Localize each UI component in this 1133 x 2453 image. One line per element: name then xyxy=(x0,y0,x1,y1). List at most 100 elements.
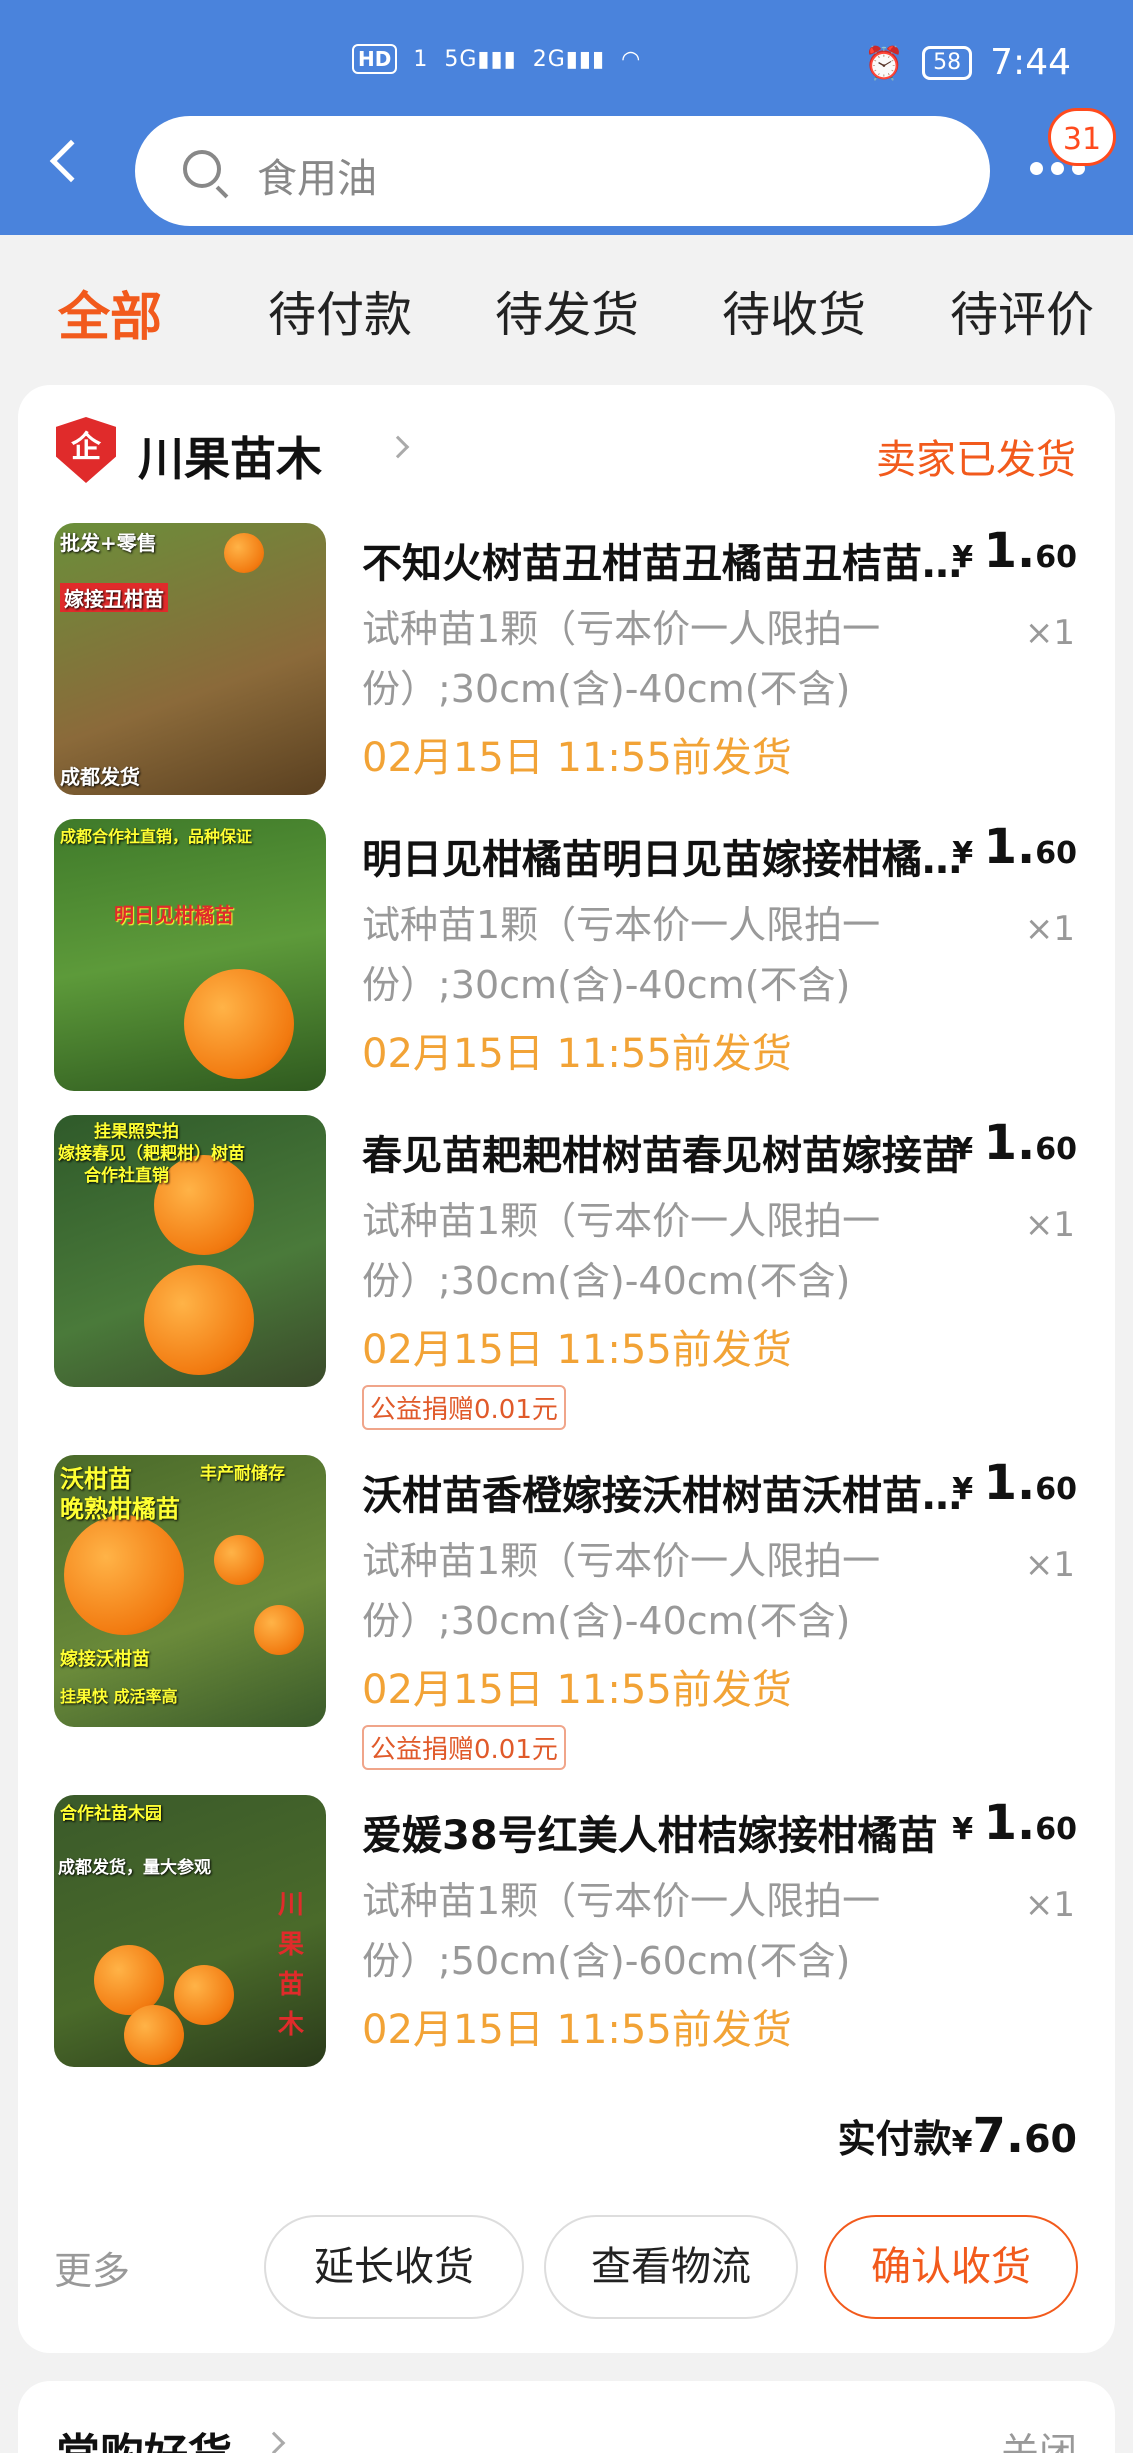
enterprise-shield-icon: 企 xyxy=(56,417,116,483)
tab-pending-review[interactable]: 待评价 xyxy=(950,275,1094,345)
tab-pending-receipt[interactable]: 待收货 xyxy=(722,275,866,345)
currency-symbol: ¥ xyxy=(952,836,974,871)
currency-symbol: ¥ xyxy=(952,1132,974,1167)
price-int: 1. xyxy=(983,1115,1036,1171)
orange-fruit xyxy=(154,1155,254,1255)
item-title: 爱媛38号红美人柑桔嫁接柑橘苗 xyxy=(362,1813,938,1859)
total-label: 实付款 xyxy=(837,2117,952,2161)
orange-fruit xyxy=(174,1965,234,2025)
battery-icon: 58 xyxy=(922,45,973,80)
item-spec: 试种苗1颗（亏本价一人限拍一份）;30cm(含)-40cm(不含) xyxy=(362,607,881,711)
thumb-label: 合作社直销 xyxy=(84,1166,169,1186)
item-title: 春见苗耙耙柑树苗春见树苗嫁接苗 xyxy=(362,1133,962,1179)
thumb-label: 嫁接沃柑苗 xyxy=(60,1649,150,1670)
orange-fruit xyxy=(254,1605,304,1655)
hd-badge: HD xyxy=(352,44,398,74)
dot-icon xyxy=(1030,162,1043,175)
dot-icon xyxy=(1051,162,1064,175)
item-quantity: ×1 xyxy=(1024,1545,1075,1585)
thumb-label: 明日见柑橘苗 xyxy=(114,903,234,927)
clock-time: 7:44 xyxy=(990,42,1071,83)
order-item[interactable]: 批发+零售 嫁接丑柑苗 成都发货 不知火树苗丑柑苗丑橘苗丑桔苗嫁接苗 ¥ 1.6… xyxy=(18,523,1115,803)
order-item[interactable]: 沃柑苗 晚熟柑橘苗 丰产耐储存 嫁接沃柑苗 挂果快 成活率高 沃柑苗香橙嫁接沃柑… xyxy=(18,1455,1115,1785)
total-int: 7. xyxy=(972,2108,1025,2164)
thumb-label: 晚熟柑橘苗 xyxy=(60,1495,180,1523)
item-price: ¥ 1.60 xyxy=(952,1795,1077,1851)
order-status: 卖家已发货 xyxy=(876,437,1076,483)
item-title: 明日见柑橘苗明日见苗嫁接柑橘树苗 xyxy=(362,837,962,883)
ship-deadline: 02月15日 11:55前发货 xyxy=(362,1031,792,1077)
item-quantity: ×1 xyxy=(1024,613,1075,653)
chevron-right-icon xyxy=(262,2431,286,2453)
item-spec: 试种苗1颗（亏本价一人限拍一份）;30cm(含)-40cm(不含) xyxy=(362,903,881,1007)
currency-symbol: ¥ xyxy=(952,1472,974,1507)
signal-5g-label: 5G xyxy=(444,46,478,72)
orange-fruit xyxy=(214,1535,264,1585)
product-thumbnail[interactable]: 成都合作社直销，品种保证 明日见柑橘苗 xyxy=(54,819,326,1091)
orange-fruit xyxy=(224,533,264,573)
notification-badge[interactable]: 31 xyxy=(1048,108,1116,166)
price-dec: 60 xyxy=(1035,1472,1077,1507)
ship-deadline: 02月15日 11:55前发货 xyxy=(362,1327,792,1373)
order-item[interactable]: 成都合作社直销，品种保证 明日见柑橘苗 明日见柑橘苗明日见苗嫁接柑橘树苗 ¥ 1… xyxy=(18,819,1115,1099)
shop-header[interactable]: 企 川果苗木 卖家已发货 xyxy=(56,417,1076,487)
orange-fruit xyxy=(184,969,294,1079)
tab-pending-shipment[interactable]: 待发货 xyxy=(495,275,639,345)
price-dec: 60 xyxy=(1035,836,1077,871)
thumb-label: 成都发货 xyxy=(60,765,140,789)
order-tabs: 全部 待付款 待发货 待收货 待评价 xyxy=(0,235,1133,385)
price-int: 1. xyxy=(983,1795,1036,1851)
product-thumbnail[interactable]: 合作社苗木园 成都发货，量大参观 川果苗木 xyxy=(54,1795,326,2067)
ship-deadline: 02月15日 11:55前发货 xyxy=(362,2007,792,2053)
tab-all[interactable]: 全部 xyxy=(58,275,162,350)
product-thumbnail[interactable]: 沃柑苗 晚熟柑橘苗 丰产耐储存 嫁接沃柑苗 挂果快 成活率高 xyxy=(54,1455,326,1727)
order-item[interactable]: 挂果照实拍 嫁接春见（耙耙柑）树苗 合作社直销 春见苗耙耙柑树苗春见树苗嫁接苗 … xyxy=(18,1115,1115,1445)
signal-2g-label: 2G xyxy=(532,46,566,72)
signal-2g-icon: 2G▮▮▮ xyxy=(532,46,606,72)
more-link[interactable]: 更多 xyxy=(54,2240,130,2295)
frequently-bought-card: 常购好货 关闭 xyxy=(18,2381,1115,2453)
signal-5g-icon: 5G▮▮▮ xyxy=(444,46,517,72)
search-icon xyxy=(183,150,221,188)
thumb-label: 嫁接丑柑苗 xyxy=(60,583,168,612)
price-int: 1. xyxy=(983,1455,1036,1511)
tab-pending-payment[interactable]: 待付款 xyxy=(268,275,412,345)
orange-fruit xyxy=(144,1265,254,1375)
shop-name: 川果苗木 xyxy=(138,432,322,486)
price-dec: 60 xyxy=(1035,540,1077,575)
total-dec: 60 xyxy=(1024,2117,1077,2161)
item-title: 不知火树苗丑柑苗丑橘苗丑桔苗嫁接苗 xyxy=(362,541,962,587)
search-placeholder: 食用油 xyxy=(257,156,377,202)
section-title[interactable]: 常购好货 xyxy=(56,2419,232,2453)
orange-fruit xyxy=(124,2005,184,2065)
item-price: ¥ 1.60 xyxy=(952,1455,1077,1511)
extend-receipt-button[interactable]: 延长收货 xyxy=(264,2215,524,2319)
sim-indicator: 1 xyxy=(413,46,429,72)
price-dec: 60 xyxy=(1035,1812,1077,1847)
back-arrow-icon[interactable] xyxy=(49,139,93,183)
order-item[interactable]: 合作社苗木园 成都发货，量大参观 川果苗木 爱媛38号红美人柑桔嫁接柑橘苗 ¥ … xyxy=(18,1795,1115,2085)
item-quantity: ×1 xyxy=(1024,1885,1075,1925)
item-spec: 试种苗1颗（亏本价一人限拍一份）;30cm(含)-40cm(不含) xyxy=(362,1539,881,1643)
product-thumbnail[interactable]: 挂果照实拍 嫁接春见（耙耙柑）树苗 合作社直销 xyxy=(54,1115,326,1387)
ship-deadline: 02月15日 11:55前发货 xyxy=(362,735,792,781)
price-int: 1. xyxy=(983,523,1036,579)
item-title: 沃柑苗香橙嫁接沃柑树苗沃柑苗晚熟 xyxy=(362,1473,962,1519)
item-quantity: ×1 xyxy=(1024,909,1075,949)
wifi-icon: ◠ xyxy=(621,46,642,72)
confirm-receipt-button[interactable]: 确认收货 xyxy=(824,2215,1078,2319)
product-thumbnail[interactable]: 批发+零售 嫁接丑柑苗 成都发货 xyxy=(54,523,326,795)
status-bar: HD 1 5G▮▮▮ 2G▮▮▮ ◠ ⏰ 58 7:44 xyxy=(0,36,1133,96)
charity-badge: 公益捐赠0.01元 xyxy=(362,1385,566,1430)
close-button[interactable]: 关闭 xyxy=(1001,2421,1077,2453)
order-total: 实付款¥7.60 xyxy=(838,2108,1077,2164)
price-int: 1. xyxy=(983,819,1036,875)
currency-symbol: ¥ xyxy=(952,540,974,575)
item-price: ¥ 1.60 xyxy=(952,1115,1077,1171)
price-dec: 60 xyxy=(1035,1132,1077,1167)
search-input[interactable]: 食用油 xyxy=(135,116,990,226)
thumb-background xyxy=(54,523,326,795)
view-logistics-button[interactable]: 查看物流 xyxy=(544,2215,798,2319)
alarm-icon: ⏰ xyxy=(864,43,905,82)
top-header: HD 1 5G▮▮▮ 2G▮▮▮ ◠ ⏰ 58 7:44 食用油 31 xyxy=(0,0,1133,235)
